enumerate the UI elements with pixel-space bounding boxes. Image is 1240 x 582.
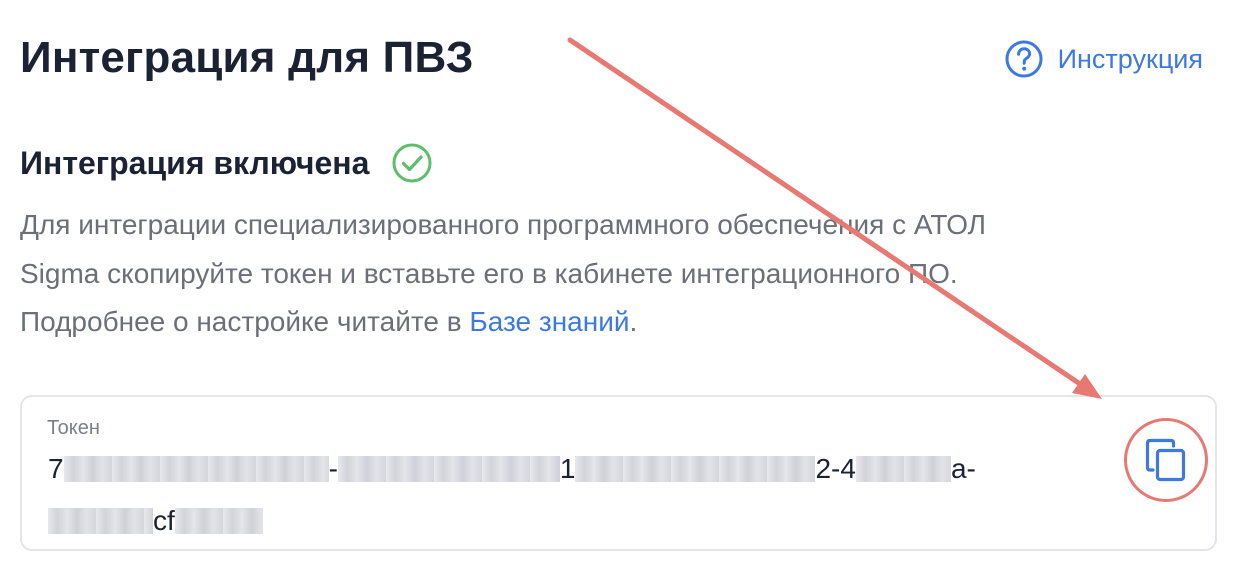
knowledge-base-link[interactable]: Базе знаний <box>469 306 629 337</box>
token-label: Токен <box>47 417 100 439</box>
token-redaction <box>855 456 951 482</box>
token-fragment: a- <box>950 453 976 484</box>
token-redaction <box>174 508 263 534</box>
token-redaction <box>63 456 329 482</box>
token-value-line[interactable]: cf <box>48 501 263 541</box>
description-line: Для интеграции специализированного прогр… <box>20 209 987 240</box>
token-fragment: cf <box>153 505 175 536</box>
token-value-line[interactable]: 7 - 1 2-4 a- <box>48 449 976 489</box>
integration-status-title: Интеграция включена <box>20 144 370 181</box>
description-text: . <box>629 306 638 337</box>
instruction-link[interactable]: Инструкция <box>1004 38 1203 80</box>
token-fragment: 2-4 <box>815 453 856 484</box>
check-circle-icon <box>392 143 432 183</box>
page-title: Интеграция для ПВЗ <box>20 33 474 82</box>
instruction-link-label: Инструкция <box>1057 43 1203 74</box>
token-fragment: - <box>328 453 338 484</box>
description-text: Подробнее о настройке читайте в <box>20 306 470 337</box>
token-fragment: 7 <box>48 453 64 484</box>
copy-token-button[interactable] <box>1124 418 1208 502</box>
integration-status: Интеграция включена <box>20 140 433 186</box>
token-redaction <box>48 508 153 534</box>
token-redaction <box>575 456 816 482</box>
token-fragment: 1 <box>559 453 576 484</box>
token-redaction <box>337 456 560 482</box>
copy-icon <box>1145 438 1186 482</box>
integration-description: Для интеграции специализированного прогр… <box>20 201 1200 347</box>
question-circle-icon <box>1005 40 1043 78</box>
token-field: Токен 7 - 1 2-4 a- cf <box>20 395 1217 551</box>
description-line: Sigma скопируйте токен и вставьте его в … <box>20 257 958 289</box>
description-line: Подробнее о настройке читайте в Базе зна… <box>20 298 1200 347</box>
